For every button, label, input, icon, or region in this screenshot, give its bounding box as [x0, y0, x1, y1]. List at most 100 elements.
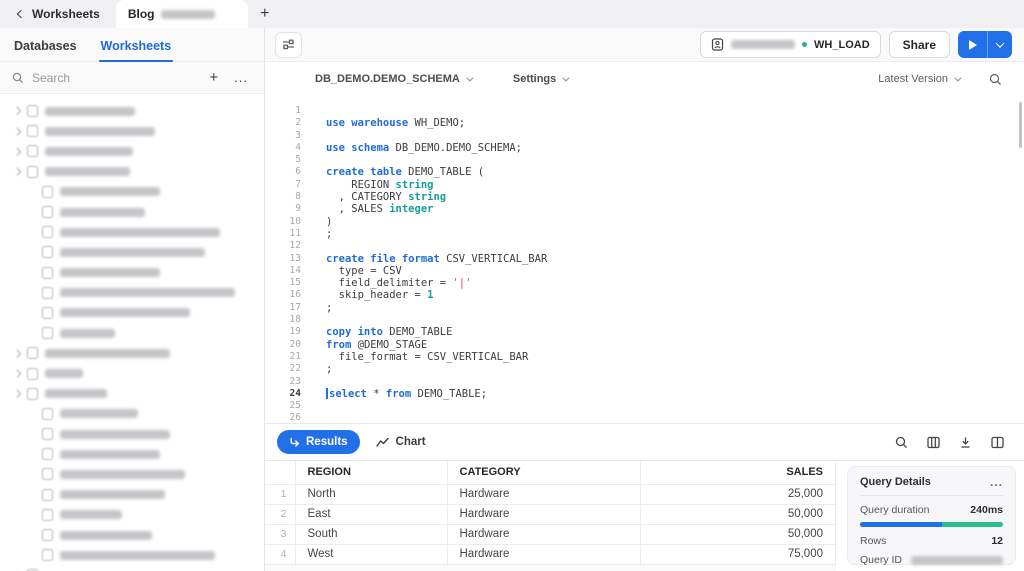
sidebar-tree-item[interactable] — [0, 525, 264, 545]
editor-line[interactable]: 4 use schema DB_DEMO.DEMO_SCHEMA; — [265, 142, 1024, 154]
table-row[interactable]: 4 West Hardware 75,000 — [265, 544, 836, 565]
version-selector[interactable]: Latest Version — [878, 73, 962, 85]
settings-dropdown[interactable]: Settings — [513, 73, 570, 85]
editor-scrollbar[interactable] — [1019, 102, 1022, 148]
chevron-right-icon[interactable] — [12, 147, 21, 156]
split-view-button[interactable] — [991, 436, 1004, 449]
query-duration-bar[interactable] — [860, 522, 1003, 527]
search-input[interactable] — [32, 70, 198, 85]
editor-line[interactable]: 10) — [265, 216, 1024, 228]
chevron-right-icon[interactable] — [12, 107, 21, 115]
sidebar-more-button[interactable]: ... — [230, 71, 252, 84]
table-cell[interactable]: Hardware — [447, 484, 641, 505]
sidebar-tree-item[interactable] — [0, 141, 264, 161]
table-row[interactable]: 3 South Hardware 50,000 — [265, 524, 836, 545]
table-cell[interactable]: Hardware — [447, 524, 641, 545]
column-header-sales[interactable]: SALES — [640, 461, 836, 485]
role-warehouse-selector[interactable]: WH_LOAD — [700, 31, 881, 58]
back-to-worksheets-link[interactable]: Worksheets — [0, 0, 116, 28]
sidebar-tree-item[interactable] — [0, 323, 264, 343]
table-cell[interactable]: East — [295, 504, 448, 525]
table-cell[interactable]: North — [295, 484, 448, 505]
editor-line[interactable]: 5 — [265, 154, 1024, 166]
table-cell[interactable]: Hardware — [447, 504, 641, 525]
table-cell[interactable]: West — [295, 544, 448, 565]
editor-line[interactable]: 15 field_delimiter = '|' — [265, 277, 1024, 289]
editor-line[interactable]: 6 create table DEMO_TABLE ( — [265, 166, 1024, 178]
table-row[interactable]: 1 North Hardware 25,000 — [265, 484, 836, 505]
schema-selector[interactable]: DB_DEMO.DEMO_SCHEMA — [315, 73, 474, 85]
sidebar-tree-item[interactable] — [0, 242, 264, 262]
new-worksheet-tab-button[interactable]: + — [248, 0, 282, 28]
editor-line[interactable]: 8 , CATEGORY string — [265, 191, 1024, 203]
sidebar-tree-item[interactable] — [0, 424, 264, 444]
editor-line[interactable]: 3 — [265, 130, 1024, 142]
editor-line[interactable]: 24 select * from DEMO_TABLE; — [265, 388, 1024, 400]
tab-chart[interactable]: Chart — [375, 436, 426, 448]
table-cell[interactable]: South — [295, 524, 448, 545]
sidebar-tree-item[interactable] — [0, 263, 264, 283]
sidebar-tree-item[interactable] — [0, 283, 264, 303]
sidebar-tree-item[interactable] — [0, 303, 264, 323]
sidebar-tree-item[interactable] — [0, 565, 264, 571]
run-button[interactable] — [958, 31, 988, 58]
sidebar-tree-item[interactable] — [0, 222, 264, 242]
add-worksheet-button[interactable]: + — [205, 70, 222, 85]
sidebar-tree-item[interactable] — [0, 121, 264, 141]
filters-button[interactable] — [275, 31, 302, 58]
share-button[interactable]: Share — [888, 31, 950, 58]
sidebar-tree-item[interactable] — [0, 404, 264, 424]
editor-line[interactable]: 1 — [265, 105, 1024, 117]
sidebar-tree-item[interactable] — [0, 343, 264, 363]
table-cell[interactable]: 50,000 — [640, 504, 836, 525]
search-results-button[interactable] — [895, 436, 908, 449]
tab-worksheets[interactable]: Worksheets — [98, 39, 173, 62]
column-header-category[interactable]: CATEGORY — [447, 461, 641, 485]
tab-databases[interactable]: Databases — [14, 39, 77, 61]
table-cell[interactable]: 75,000 — [640, 544, 836, 565]
sidebar-tree-item[interactable] — [0, 363, 264, 383]
table-cell[interactable]: Hardware — [447, 544, 641, 565]
table-row[interactable]: 2 East Hardware 50,000 — [265, 504, 836, 525]
sql-editor[interactable]: 1 2 use warehouse WH_DEMO; 3 4 use schema DB_… — [265, 96, 1024, 423]
table-cell[interactable]: 50,000 — [640, 524, 836, 545]
sidebar-tree-item[interactable] — [0, 182, 264, 202]
editor-line[interactable]: 19 copy into DEMO_TABLE — [265, 326, 1024, 338]
sidebar-tree-item[interactable] — [0, 162, 264, 182]
chevron-right-icon[interactable] — [12, 389, 21, 398]
run-options-button[interactable] — [988, 31, 1012, 58]
chevron-right-icon[interactable] — [12, 349, 21, 358]
query-details-menu-button[interactable]: ... — [990, 476, 1003, 488]
chevron-right-icon[interactable] — [12, 167, 21, 176]
sidebar-tree-item[interactable] — [0, 485, 264, 505]
column-header-region[interactable]: REGION — [295, 461, 448, 485]
editor-line[interactable]: 26 — [265, 412, 1024, 423]
editor-line[interactable]: 17; — [265, 302, 1024, 314]
worksheet-tab-active[interactable]: Blog — [115, 0, 248, 28]
editor-search-button[interactable] — [989, 73, 1002, 86]
sidebar-tree-item[interactable] — [0, 444, 264, 464]
table-scroll-track[interactable] — [265, 564, 836, 571]
editor-line[interactable]: 2 use warehouse WH_DEMO; — [265, 117, 1024, 129]
redacted-query-id[interactable] — [911, 555, 1003, 565]
sidebar-tree-item[interactable] — [0, 101, 264, 121]
editor-line[interactable]: 12 — [265, 240, 1024, 252]
editor-line[interactable]: 22; — [265, 363, 1024, 375]
editor-line[interactable]: 9 , SALES integer — [265, 203, 1024, 215]
editor-line[interactable]: 20 from @DEMO_STAGE — [265, 339, 1024, 351]
editor-line[interactable]: 11; — [265, 228, 1024, 240]
tab-results[interactable]: Results — [277, 430, 360, 454]
sidebar-tree-item[interactable] — [0, 505, 264, 525]
editor-line[interactable]: 16 skip_header = 1 — [265, 289, 1024, 301]
editor-line[interactable]: 23 — [265, 376, 1024, 388]
editor-line[interactable]: 7 REGION string — [265, 179, 1024, 191]
editor-line[interactable]: 13 create file format CSV_VERTICAL_BAR — [265, 253, 1024, 265]
sidebar-tree-item[interactable] — [0, 202, 264, 222]
chevron-right-icon[interactable] — [12, 369, 21, 378]
editor-line[interactable]: 25 — [265, 400, 1024, 412]
table-cell[interactable]: 25,000 — [640, 484, 836, 505]
editor-line[interactable]: 18 — [265, 314, 1024, 326]
download-results-button[interactable] — [959, 436, 972, 449]
editor-line[interactable]: 21 file_format = CSV_VERTICAL_BAR — [265, 351, 1024, 363]
sidebar-tree-item[interactable] — [0, 464, 264, 484]
